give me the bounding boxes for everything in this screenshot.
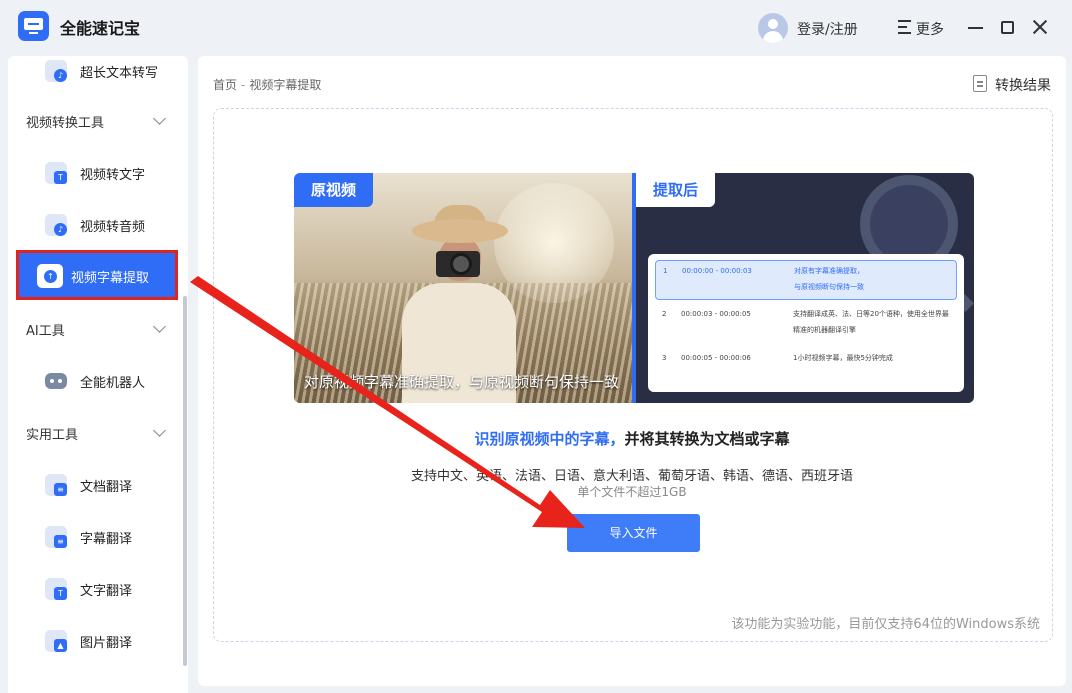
- sidebar-item-label: 超长文本转写: [80, 66, 159, 81]
- subtitle-index: 3: [662, 354, 667, 362]
- app-logo: [18, 11, 49, 41]
- document-icon[interactable]: [973, 75, 987, 92]
- breadcrumb-home[interactable]: 首页: [213, 78, 237, 92]
- original-video-tag: 原视频: [294, 173, 374, 207]
- menu-icon[interactable]: [898, 20, 911, 34]
- subtitle-text: 1小时视频字幕，最快5分钟完成: [793, 354, 893, 362]
- feature-headline: 识别原视频中的字幕，并将其转换为文档或字幕: [198, 428, 1066, 449]
- file-drop-zone[interactable]: 原视频 对原视频字幕准确提取，与原视频断句保持一致 提取后 1 00:00:00…: [213, 108, 1053, 642]
- sidebar: ♪ 超长文本转写 视频转换工具 T 视频转文字 ♪ 视频转音频 ↑ 视频字幕提取…: [8, 56, 188, 693]
- subtitle-time: 00:00:00 - 00:00:03: [682, 267, 752, 275]
- image-icon: ▲: [45, 630, 67, 652]
- sidebar-item-label: 文字翻译: [80, 584, 133, 599]
- subtitle-row: 1 00:00:00 - 00:00:03 对原有字幕准确提取， 与原视频断句保…: [655, 260, 957, 300]
- chevron-down-icon[interactable]: [153, 424, 166, 437]
- import-file-button[interactable]: 导入文件: [567, 514, 700, 552]
- sidebar-item-video-to-audio[interactable]: ♪ 视频转音频: [16, 200, 178, 250]
- breadcrumb: 首页 - 视频字幕提取: [213, 76, 321, 93]
- app-title: 全能速记宝: [60, 19, 141, 38]
- sidebar-item-text-translate[interactable]: T 文字翻译: [16, 564, 178, 614]
- subtitle-index: 1: [663, 267, 668, 275]
- breadcrumb-current: 视频字幕提取: [249, 78, 322, 92]
- chevron-down-icon[interactable]: [153, 112, 166, 125]
- extracted-tag: 提取后: [636, 173, 716, 207]
- close-icon[interactable]: [1032, 19, 1048, 35]
- subtitle-text: 对原有字幕准确提取， 与原视频断句保持一致: [794, 267, 864, 291]
- subtitle-text: 支持翻译成英、法、日等20个语种，使用全世界最精准的机器翻译引擎: [793, 310, 949, 334]
- sidebar-scrollbar[interactable]: [183, 296, 187, 666]
- feature-preview: 原视频 对原视频字幕准确提取，与原视频断句保持一致 提取后 1 00:00:00…: [294, 173, 974, 403]
- sidebar-item-label: 视频字幕提取: [71, 271, 150, 286]
- category-ai-tools[interactable]: AI工具: [26, 320, 65, 339]
- upload-icon: ↑: [37, 264, 63, 288]
- sidebar-item-video-to-text[interactable]: T 视频转文字: [16, 148, 178, 198]
- sidebar-item-subtitle-extract[interactable]: ↑ 视频字幕提取: [16, 250, 178, 300]
- breadcrumb-separator: -: [241, 78, 246, 92]
- music-file-icon: ♪: [45, 214, 67, 236]
- original-video-frame: 原视频 对原视频字幕准确提取，与原视频断句保持一致: [294, 173, 632, 403]
- subtitle-index: 2: [662, 310, 667, 318]
- sidebar-item-label: 字幕翻译: [80, 532, 133, 547]
- text-icon: T: [45, 578, 67, 600]
- subtitle-icon: ≡: [45, 526, 67, 548]
- robot-icon: [45, 373, 67, 389]
- sidebar-item-subtitle-translate[interactable]: ≡ 字幕翻译: [16, 512, 178, 562]
- more-button[interactable]: 更多: [916, 19, 944, 39]
- minimize-icon[interactable]: [968, 27, 983, 29]
- sidebar-item-doc-translate[interactable]: ≡ 文档翻译: [16, 460, 178, 510]
- video-subtitle-overlay: 对原视频字幕准确提取，与原视频断句保持一致: [304, 373, 620, 391]
- subtitle-row: 2 00:00:03 - 00:00:05 支持翻译成英、法、日等20个语种，使…: [655, 306, 957, 346]
- subtitle-list: 1 00:00:00 - 00:00:03 对原有字幕准确提取， 与原视频断句保…: [648, 254, 964, 392]
- login-register-link[interactable]: 登录/注册: [797, 19, 858, 39]
- category-utility-tools[interactable]: 实用工具: [26, 424, 78, 443]
- headline-rest: 并将其转换为文档或字幕: [624, 430, 790, 448]
- sidebar-item-label: 全能机器人: [80, 376, 146, 391]
- experimental-notice: 该功能为实验功能，目前仅支持64位的Windows系统: [731, 617, 1040, 632]
- main-panel: 首页 - 视频字幕提取 转换结果 原视频 对原视频字幕准确提取，与原视频断句保持一致…: [198, 56, 1066, 686]
- maximize-icon[interactable]: [1001, 21, 1014, 34]
- sidebar-item-label: 文档翻译: [80, 480, 133, 495]
- audio-file-icon: ♪: [45, 60, 67, 82]
- subtitle-time: 00:00:03 - 00:00:05: [681, 310, 751, 318]
- sidebar-item-long-text-transcribe[interactable]: ♪ 超长文本转写: [16, 56, 178, 96]
- chevron-down-icon[interactable]: [153, 320, 166, 333]
- title-bar: 全能速记宝 登录/注册 更多: [0, 0, 1072, 56]
- category-video-tools[interactable]: 视频转换工具: [26, 112, 104, 131]
- subtitle-time: 00:00:05 - 00:00:06: [681, 354, 751, 362]
- supported-languages: 支持中文、英语、法语、日语、意大利语、葡萄牙语、韩语、德语、西班牙语: [410, 469, 853, 484]
- text-file-icon: T: [45, 162, 67, 184]
- headline-accent: 识别原视频中的字幕，: [474, 430, 625, 448]
- document-icon: ≡: [45, 474, 67, 496]
- sidebar-item-label: 图片翻译: [80, 636, 133, 651]
- conversion-result-button[interactable]: 转换结果: [995, 75, 1051, 95]
- subtitle-row: 3 00:00:05 - 00:00:06 1小时视频字幕，最快5分钟完成: [655, 350, 957, 370]
- sidebar-item-label: 视频转文字: [80, 168, 146, 183]
- sidebar-item-label: 视频转音频: [80, 220, 146, 235]
- sidebar-item-robot[interactable]: 全能机器人: [16, 356, 178, 406]
- avatar-icon[interactable]: [758, 13, 788, 43]
- extracted-panel: 提取后 1 00:00:00 - 00:00:03 对原有字幕准确提取， 与原视…: [636, 173, 974, 403]
- sidebar-item-image-translate[interactable]: ▲ 图片翻译: [16, 616, 178, 666]
- file-size-limit: 单个文件不超过1GB: [577, 485, 687, 499]
